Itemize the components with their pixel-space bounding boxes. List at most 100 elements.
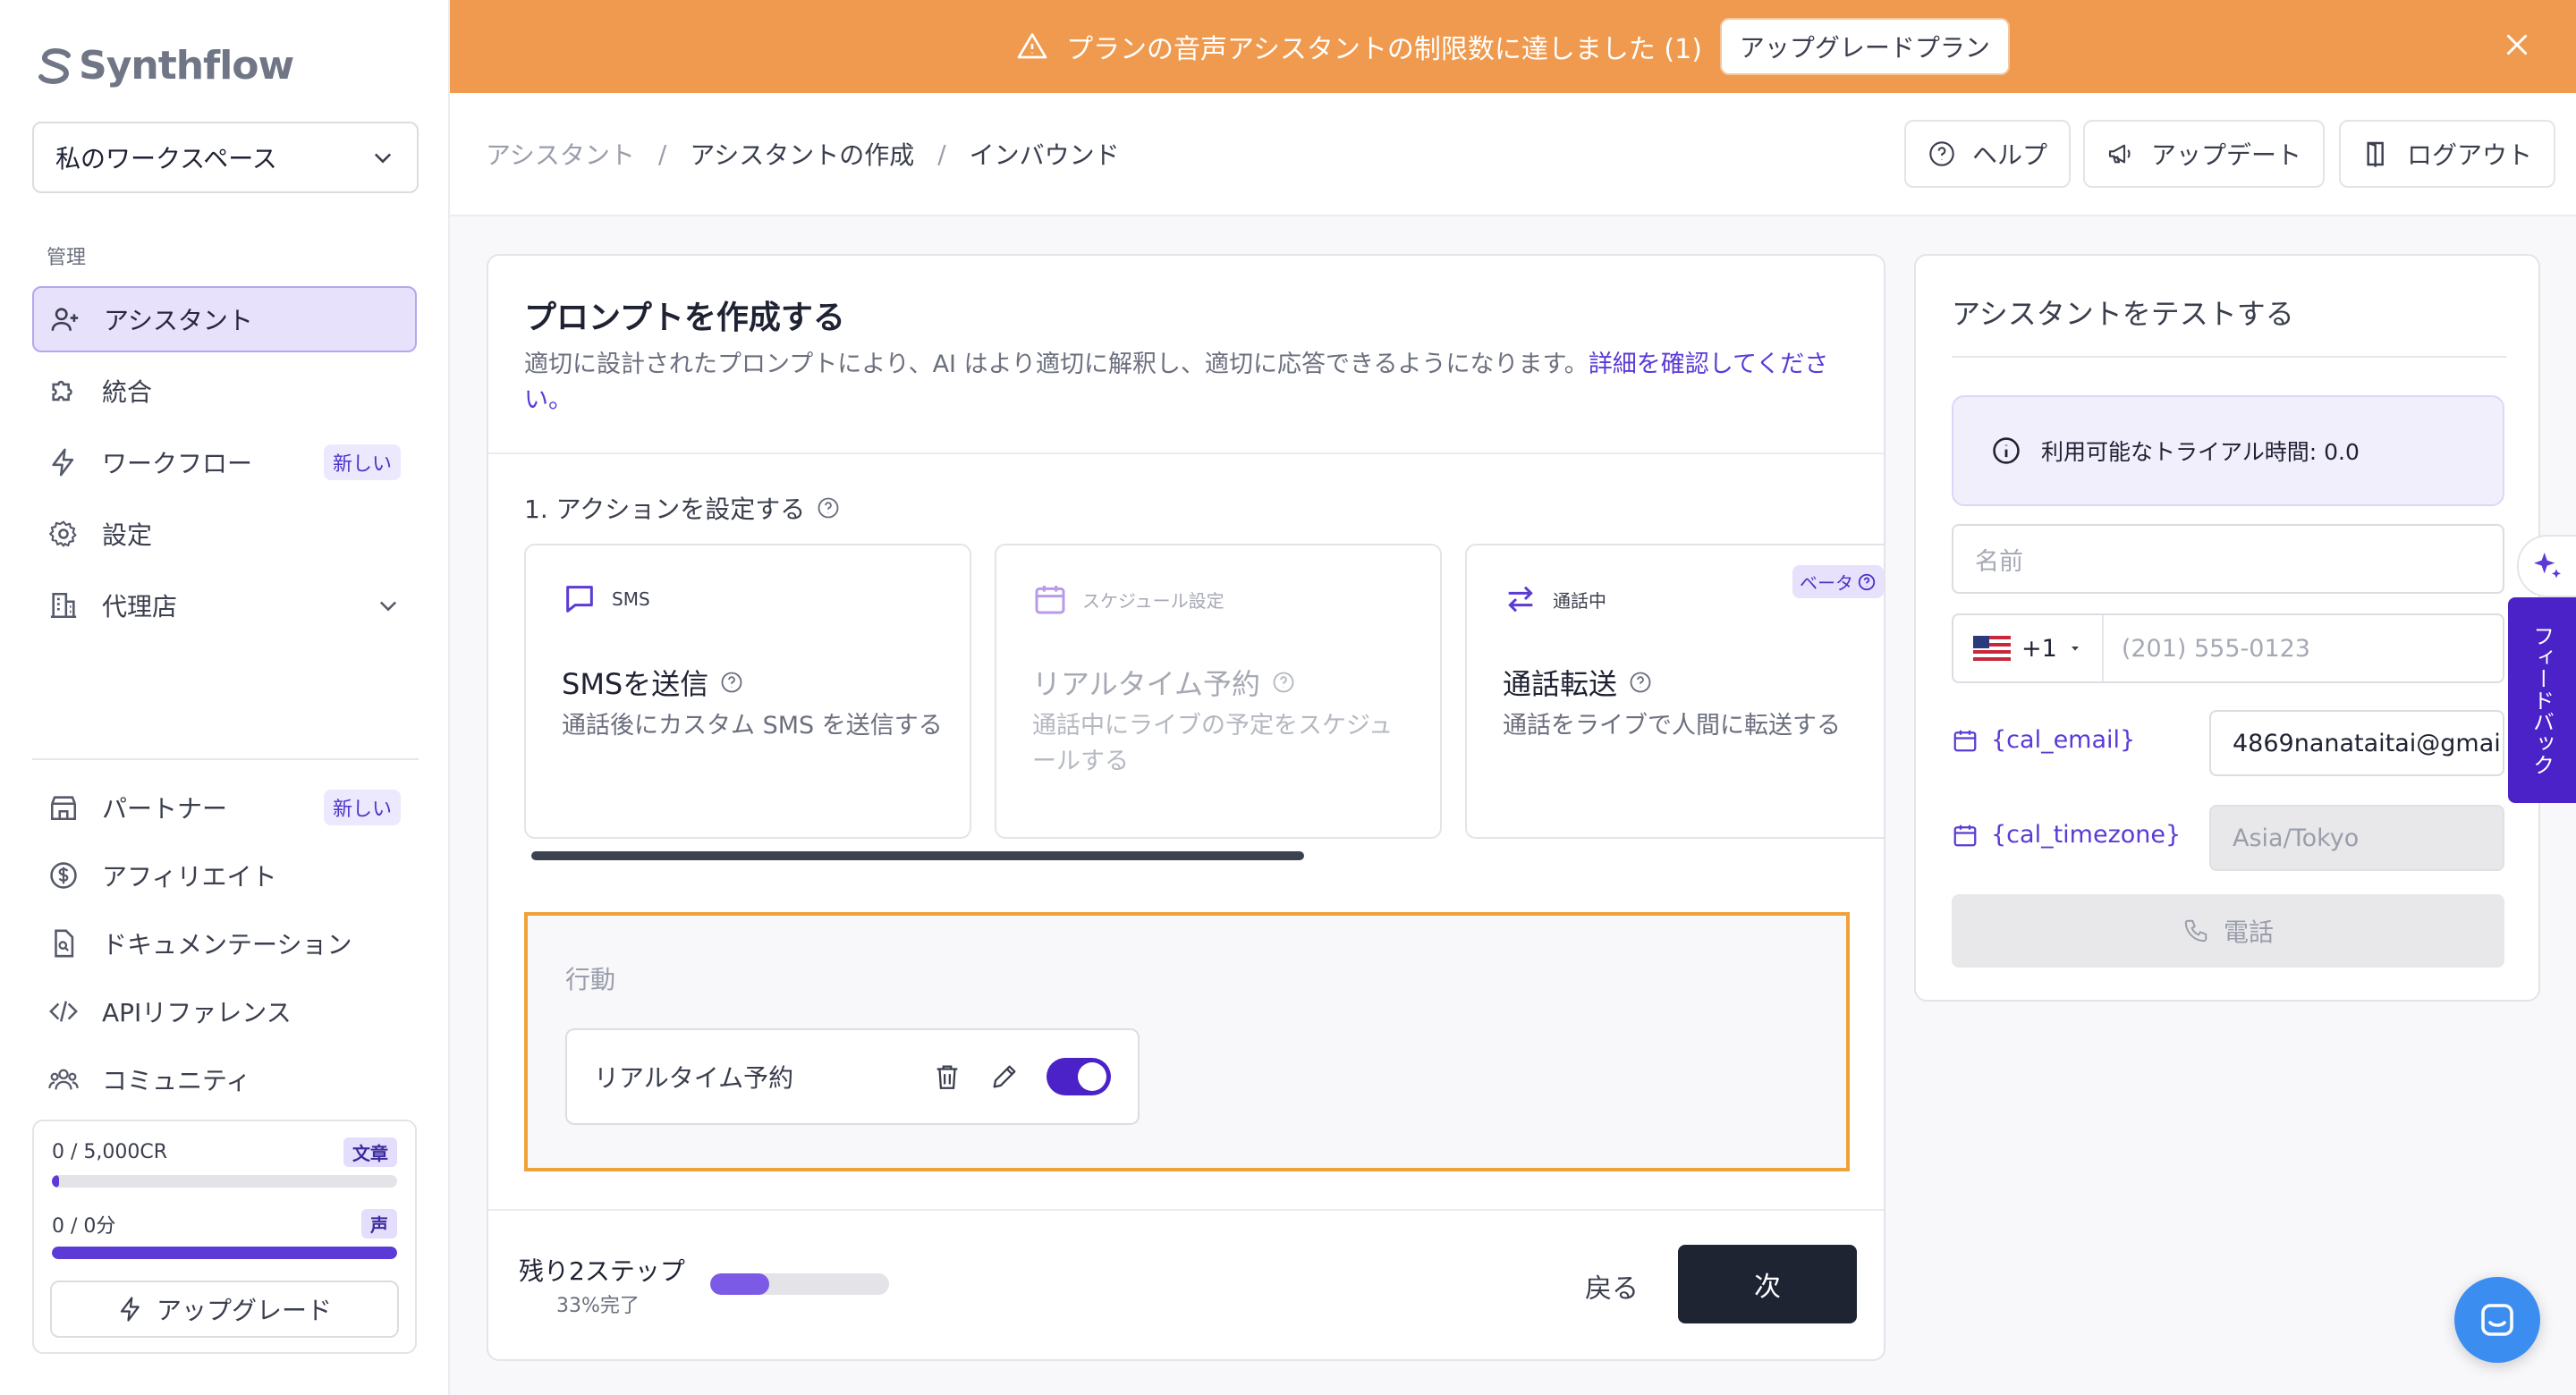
question-circle-icon bbox=[721, 672, 742, 693]
action-card-realtime-booking[interactable]: スケジュール設定 リアルタイム予約 通話中にライブの予定をスケジュールする bbox=[995, 544, 1442, 839]
limit-banner: プランの音声アシスタントの制限数に達しました (1) アップグレードプラン bbox=[450, 0, 2576, 93]
cal-email-input[interactable]: 4869nanataitai@gmail bbox=[2209, 710, 2504, 776]
chevron-down-icon bbox=[374, 153, 392, 164]
chat-icon bbox=[2481, 1304, 2513, 1336]
progress-percent-text: 33%完了 bbox=[556, 1295, 640, 1317]
pencil-icon[interactable] bbox=[989, 1061, 1020, 1092]
us-flag-icon bbox=[1973, 636, 2011, 661]
page-title: プロンプトを作成する bbox=[524, 300, 845, 336]
sidebar-item-agency[interactable]: 代理店 bbox=[32, 572, 417, 638]
voice-badge: 声 bbox=[361, 1209, 397, 1239]
feedback-tab[interactable]: フィードバック bbox=[2508, 597, 2576, 803]
phone-input[interactable]: +1 (201) 555-0123 bbox=[1952, 613, 2504, 683]
breadcrumb-assistants[interactable]: アシスタント bbox=[486, 136, 635, 172]
trial-time-notice: 利用可能なトライアル時間: 0.0 bbox=[1952, 395, 2504, 506]
sidebar-item-label: パートナー bbox=[102, 794, 228, 824]
question-circle-icon[interactable] bbox=[816, 495, 841, 520]
info-icon bbox=[1993, 437, 2020, 464]
credits-progress-fill bbox=[52, 1175, 59, 1188]
breadcrumb: アシスタント / アシスタントの作成 / インバウンド bbox=[486, 136, 1120, 172]
sidebar-item-settings[interactable]: 設定 bbox=[32, 501, 417, 567]
door-icon bbox=[2367, 141, 2384, 167]
question-circle-icon bbox=[1630, 672, 1651, 693]
ai-assist-button[interactable] bbox=[2517, 535, 2576, 597]
question-circle-icon bbox=[1273, 672, 1294, 693]
sidebar-item-integrations[interactable]: 統合 bbox=[32, 358, 417, 424]
banner-close-button[interactable] bbox=[2501, 29, 2533, 61]
synthflow-logo-icon bbox=[38, 47, 71, 84]
sidebar-item-label: APIリファレンス bbox=[102, 998, 292, 1027]
sidebar-item-api-reference[interactable]: APIリファレンス bbox=[32, 978, 417, 1044]
workspace-select[interactable]: 私のワークスペース bbox=[32, 122, 419, 193]
country-code-select[interactable]: +1 bbox=[1953, 615, 2104, 681]
sidebar-item-documentation[interactable]: ドキュメンテーション bbox=[32, 910, 417, 976]
back-button[interactable]: 戻る bbox=[1585, 1266, 1639, 1306]
section-label-manage: 管理 bbox=[47, 247, 87, 269]
trash-icon[interactable] bbox=[932, 1061, 962, 1092]
step-label: 1. アクションを設定する bbox=[524, 490, 841, 526]
logout-button[interactable]: ログアウト bbox=[2339, 120, 2556, 188]
updates-button[interactable]: アップデート bbox=[2083, 120, 2326, 188]
action-enabled-toggle[interactable] bbox=[1046, 1058, 1111, 1095]
new-badge: 新しい bbox=[323, 444, 401, 480]
beta-badge: ベータ bbox=[1792, 565, 1884, 598]
usage-panel: 0 / 5,000CR 文章 0 / 0分 声 アップグレード bbox=[32, 1120, 417, 1354]
action-item-realtime-booking[interactable]: リアルタイム予約 bbox=[565, 1028, 1140, 1125]
help-button-label: ヘルプ bbox=[1972, 140, 2048, 170]
test-panel-divider bbox=[1952, 356, 2506, 358]
page-header: アシスタント / アシスタントの作成 / インバウンド ヘルプ アップデート ロ… bbox=[450, 93, 2576, 216]
cal-email-variable: {cal_email} bbox=[1952, 726, 2135, 754]
banner-message: プランの音声アシスタントの制限数に達しました (1) bbox=[1066, 34, 1702, 65]
feedback-tab-label: フィードバック bbox=[2529, 625, 2555, 775]
description-text: 適切に設計されたプロンプトにより、AI はより適切に解釈し、適切に応答できるよう… bbox=[524, 351, 1589, 378]
sidebar-item-assistants[interactable]: アシスタント bbox=[32, 286, 417, 352]
sidebar-item-community[interactable]: コミュニティ bbox=[32, 1046, 417, 1112]
minutes-progress-fill bbox=[52, 1247, 397, 1259]
action-card-title: SMSを送信 bbox=[562, 667, 709, 701]
credits-progress-bar bbox=[52, 1175, 397, 1188]
upgrade-button[interactable]: アップグレード bbox=[50, 1281, 399, 1338]
logo-text: Synthflow bbox=[79, 43, 294, 89]
sidebar-item-partners[interactable]: パートナー 新しい bbox=[32, 774, 417, 841]
section-divider bbox=[488, 452, 1884, 454]
sidebar-item-label: ドキュメンテーション bbox=[102, 930, 352, 960]
trial-time-text: 利用可能なトライアル時間: 0.0 bbox=[2041, 439, 2360, 465]
logout-button-label: ログアウト bbox=[2407, 140, 2533, 170]
lightning-icon bbox=[52, 448, 74, 477]
calendar-icon bbox=[1035, 586, 1065, 614]
help-button[interactable]: ヘルプ bbox=[1904, 120, 2072, 188]
transfer-arrows-icon bbox=[1508, 586, 1533, 613]
footer-divider bbox=[488, 1209, 1884, 1211]
chevron-down-icon bbox=[379, 601, 397, 612]
cal-timezone-input[interactable]: Asia/Tokyo bbox=[2209, 805, 2504, 871]
action-card-tag: 通話中 bbox=[1553, 589, 1606, 612]
sidebar-item-label: ワークフロー bbox=[102, 449, 253, 478]
action-card-call-transfer[interactable]: ベータ 通話中 通話転送 通話をライブで人間に転送する bbox=[1465, 544, 1884, 839]
sidebar-divider bbox=[32, 758, 419, 760]
sidebar-item-affiliate[interactable]: アフィリエイト bbox=[32, 842, 417, 909]
horizontal-scrollbar[interactable] bbox=[531, 851, 1304, 860]
synthflow-logo[interactable]: Synthflow bbox=[38, 43, 294, 89]
call-button[interactable]: 電話 bbox=[1952, 894, 2504, 968]
next-button[interactable]: 次 bbox=[1678, 1245, 1857, 1323]
calendar-icon bbox=[1953, 824, 1977, 846]
upgrade-button-label: アップグレード bbox=[156, 1296, 332, 1325]
updates-button-label: アップデート bbox=[2151, 140, 2302, 170]
warning-icon bbox=[1017, 33, 1047, 59]
remaining-steps: 残り2ステップ bbox=[519, 1256, 685, 1286]
call-button-label: 電話 bbox=[2223, 917, 2274, 947]
workspace-select-value: 私のワークスペース bbox=[55, 144, 277, 173]
upgrade-plan-button[interactable]: アップグレードプラン bbox=[1719, 18, 2010, 75]
credits-total: 5,000CR bbox=[83, 1141, 168, 1163]
chat-widget-button[interactable] bbox=[2454, 1277, 2540, 1363]
phone-icon bbox=[2184, 919, 2207, 943]
name-input[interactable]: 名前 bbox=[1952, 524, 2504, 594]
breadcrumb-separator: / bbox=[657, 139, 667, 169]
puzzle-icon bbox=[52, 380, 72, 402]
sidebar-item-workflows[interactable]: ワークフロー 新しい bbox=[32, 429, 417, 495]
cal-timezone-variable: {cal_timezone} bbox=[1952, 821, 2181, 849]
breadcrumb-create-assistant[interactable]: アシスタントの作成 bbox=[690, 136, 914, 172]
test-panel-title: アシスタントをテストする bbox=[1952, 297, 2294, 331]
text-badge: 文章 bbox=[343, 1137, 397, 1167]
action-card-send-sms[interactable]: SMS SMSを送信 通話後にカスタム SMS を送信する bbox=[524, 544, 971, 839]
